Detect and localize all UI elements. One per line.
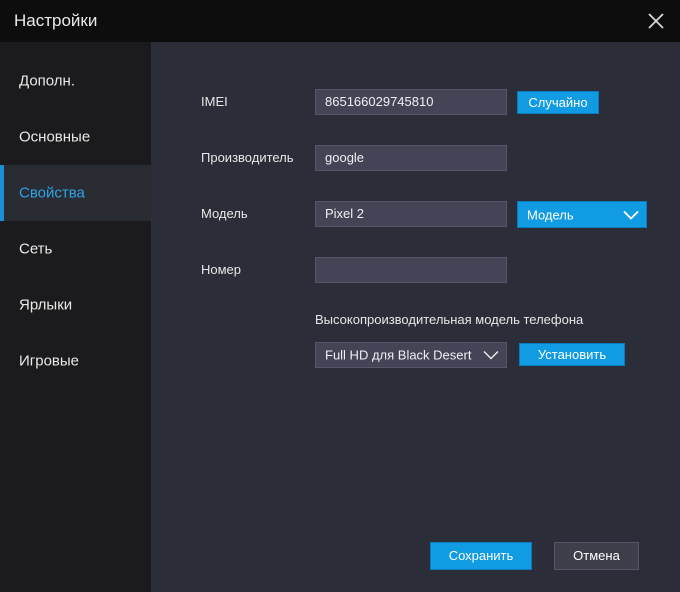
sidebar-item-label: Игровые (19, 352, 80, 370)
close-icon (648, 13, 664, 29)
sidebar-item-label: Основные (19, 128, 91, 146)
window-title: Настройки (14, 11, 98, 30)
sidebar-item-label: Сеть (19, 240, 53, 258)
high-perf-heading: Высокопроизводительная модель телефона (315, 312, 584, 327)
model-dropdown-value: Модель (527, 207, 574, 222)
settings-window: Настройки Дополн. Основные Свойства Сеть… (0, 0, 680, 592)
sidebar-item-label: Дополн. (19, 72, 76, 90)
sidebar-item-shortcuts[interactable]: Ярлыки (0, 277, 151, 333)
sidebar: Дополн. Основные Свойства Сеть Ярлыки Иг… (0, 42, 151, 592)
imei-label: IMEI (201, 94, 228, 109)
properties-panel: IMEI 865166029745810 Случайно Производит… (151, 42, 680, 592)
sidebar-item-properties[interactable]: Свойства (0, 165, 151, 221)
number-field[interactable] (315, 257, 507, 283)
chevron-down-icon (483, 350, 499, 360)
manufacturer-label: Производитель (201, 150, 294, 165)
sidebar-item-network[interactable]: Сеть (0, 221, 151, 277)
sidebar-item-label: Ярлыки (19, 296, 73, 314)
close-button[interactable] (642, 7, 670, 35)
random-imei-button[interactable]: Случайно (517, 91, 599, 114)
sidebar-item-gaming[interactable]: Игровые (0, 333, 151, 389)
high-perf-model-value: Full HD для Black Desert (325, 347, 472, 363)
title-bar: Настройки (0, 0, 680, 42)
cancel-button[interactable]: Отмена (554, 542, 639, 570)
number-label: Номер (201, 262, 242, 277)
chevron-down-icon (623, 210, 639, 220)
sidebar-item-basic[interactable]: Основные (0, 109, 151, 165)
model-label: Модель (201, 206, 248, 221)
model-dropdown[interactable]: Модель (517, 201, 647, 228)
sidebar-item-label: Свойства (19, 184, 85, 202)
manufacturer-field[interactable]: google (315, 145, 507, 171)
model-field[interactable]: Pixel 2 (315, 201, 507, 227)
high-perf-model-select[interactable]: Full HD для Black Desert (315, 342, 507, 368)
install-button[interactable]: Установить (519, 343, 625, 366)
sidebar-item-advanced[interactable]: Дополн. (0, 53, 151, 109)
save-button[interactable]: Сохранить (430, 542, 532, 570)
imei-field[interactable]: 865166029745810 (315, 89, 507, 115)
